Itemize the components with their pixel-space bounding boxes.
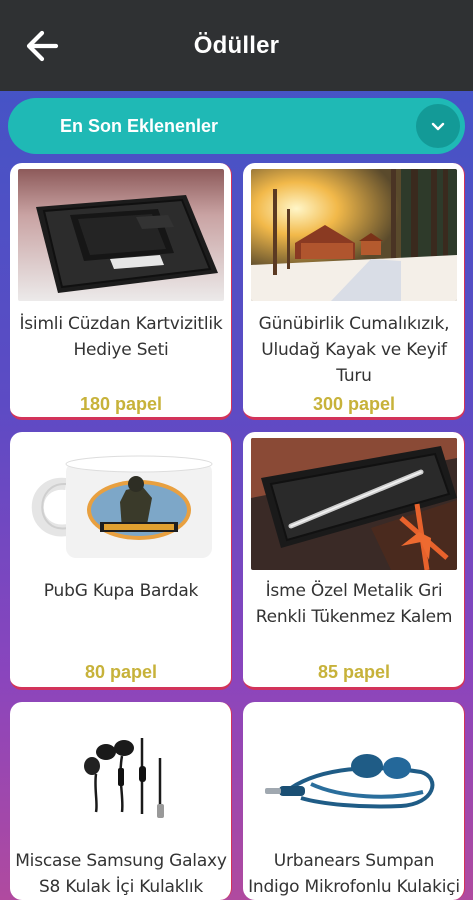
reward-price: 85 papel: [317, 662, 391, 682]
reward-card[interactable]: İsimli Cüzdan Kartvizitlik Hediye Seti 1…: [10, 163, 232, 420]
reward-card[interactable]: İsme Özel Metalik Gri Renkli Tükenmez Ka…: [243, 432, 465, 690]
reward-name: İsimli Cüzdan Kartvizitlik Hediye Seti: [19, 314, 223, 360]
reward-price: 300 papel: [312, 394, 396, 414]
winter-tour-image: [251, 169, 457, 301]
blue-earphones-image: [251, 708, 457, 840]
metallic-pen-image: [251, 438, 457, 570]
reward-price: 80 papel: [84, 662, 158, 682]
reward-card[interactable]: Günübirlik Cumalıkızık, Uludağ Kayak ve …: [243, 163, 465, 420]
reward-name: Urbanears Sumpan Indigo Mikrofonlu Kulak…: [248, 851, 460, 897]
black-earphones-image: [18, 708, 224, 840]
reward-card[interactable]: PubG Kupa Bardak 80 papel: [10, 432, 232, 690]
reward-card[interactable]: Urbanears Sumpan Indigo Mikrofonlu Kulak…: [243, 702, 465, 900]
wallet-gift-set-image: [18, 169, 224, 301]
reward-name: İsme Özel Metalik Gri Renkli Tükenmez Ka…: [255, 581, 453, 627]
reward-name: Günübirlik Cumalıkızık, Uludağ Kayak ve …: [258, 314, 450, 386]
reward-name: PubG Kupa Bardak: [43, 581, 199, 601]
reward-card[interactable]: Miscase Samsung Galaxy S8 Kulak İçi Kula…: [10, 702, 232, 900]
reward-name: Miscase Samsung Galaxy S8 Kulak İçi Kula…: [15, 851, 227, 897]
pubg-mug-image: [18, 438, 224, 570]
reward-price: 180 papel: [79, 394, 163, 414]
rewards-grid: İsimli Cüzdan Kartvizitlik Hediye Seti 1…: [0, 0, 473, 900]
